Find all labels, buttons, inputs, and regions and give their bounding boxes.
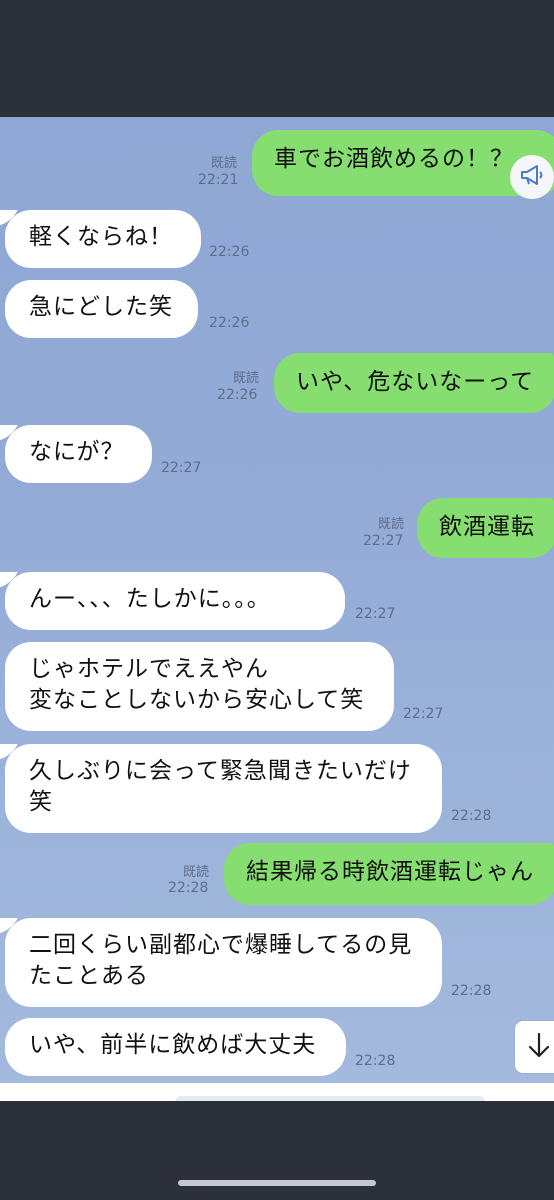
top-bar [0,0,554,117]
announcement-button[interactable] [510,155,554,199]
home-indicator[interactable] [178,1180,376,1186]
incoming-message[interactable]: 軽くならね！ [5,210,201,268]
message-time: 22:28 [355,1053,396,1069]
message-time: 22:26 [209,244,250,260]
outgoing-message[interactable]: 車でお酒飲めるの！？ [252,130,554,196]
message-time: 22:27 [355,606,396,622]
message-time: 22:26 [209,315,250,331]
message-time: 22:27 [363,533,404,549]
arrow-down-icon [527,1031,551,1063]
chat-area[interactable]: 既読 22:21 車でお酒飲めるの！？ 軽くならね！ 22:26 急にどした笑 … [0,117,554,1083]
message-time: 22:26 [217,387,258,403]
read-receipt: 既読 [378,517,405,532]
read-receipt: 既読 [183,865,210,880]
incoming-message[interactable]: いや、前半に飲めば大丈夫 [5,1018,346,1076]
outgoing-message[interactable]: いや、危ないなーって [274,353,554,413]
outgoing-message[interactable]: 結果帰る時飲酒運転じゃん [224,843,554,905]
message-time: 22:27 [161,460,202,476]
message-time: 22:27 [403,706,444,722]
incoming-message[interactable]: 二回くらい副都心で爆睡してるの見 たことある [5,918,442,1007]
megaphone-icon [519,163,545,191]
message-time: 22:28 [451,808,492,824]
scroll-to-bottom-button[interactable] [515,1021,554,1073]
message-time: 22:21 [198,172,239,188]
message-time: 22:28 [168,880,209,896]
incoming-message[interactable]: じゃホテルでええやん 変なことしないから安心して笑 [5,642,394,731]
incoming-message[interactable]: んー、、、たしかに。。。 [5,572,345,630]
incoming-message[interactable]: 急にどした笑 [5,280,198,338]
read-receipt: 既読 [233,371,260,386]
read-receipt: 既読 [211,156,238,171]
message-time: 22:28 [451,983,492,999]
incoming-message[interactable]: 久しぶりに会って緊急聞きたいだけ 笑 [5,744,442,833]
outgoing-message[interactable]: 飲酒運転 [417,498,554,558]
incoming-message[interactable]: なにが？ [5,425,152,483]
